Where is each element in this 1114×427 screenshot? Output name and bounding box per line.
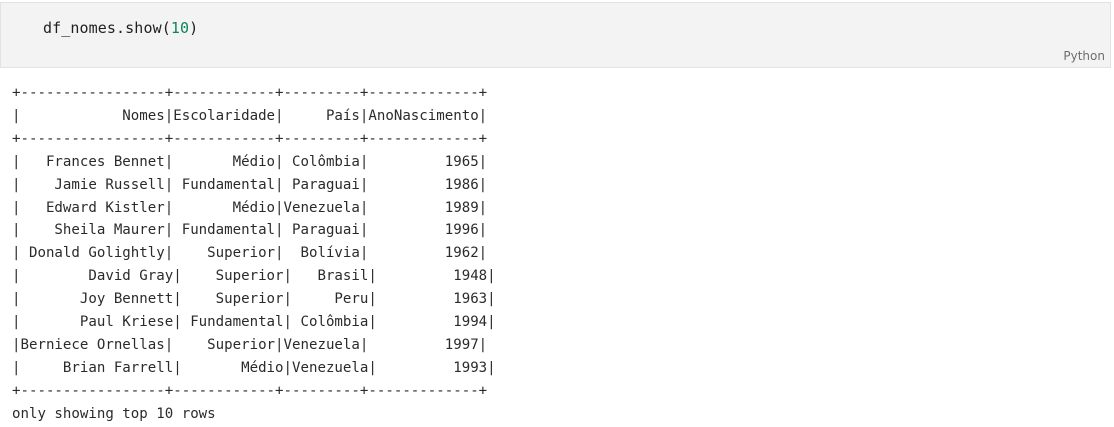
table-border-top: +-----------------+------------+--------…	[12, 85, 488, 101]
table-row: | Edward Kistler| Médio|Venezuela| 1989|	[12, 199, 488, 216]
table-border-header: +-----------------+------------+--------…	[12, 130, 488, 147]
table-row: | Donald Golightly| Superior| Bolívia| 1…	[12, 245, 488, 262]
table-row: | Frances Bennet| Médio| Colômbia| 1965|	[12, 153, 488, 170]
table-border-bottom: +-----------------+------------+--------…	[12, 382, 488, 399]
code-text-end: )	[189, 19, 199, 37]
table-row: | Paul Kriese| Fundamental| Colômbia| 19…	[12, 314, 496, 331]
code-cell[interactable]: df_nomes.show(10) Python	[0, 2, 1111, 68]
table-row: | David Gray| Superior| Brasil| 1948|	[12, 268, 496, 285]
code-line[interactable]: df_nomes.show(10)	[43, 19, 198, 37]
table-header: | Nomes|Escolaridade| País|AnoNascimento…	[12, 107, 488, 124]
code-argument: 10	[170, 19, 190, 37]
table-row: | Sheila Maurer| Fundamental| Paraguai| …	[12, 222, 488, 239]
row-limit-note: only showing top 10 rows	[12, 405, 216, 422]
cell-output: +-----------------+------------+--------…	[12, 82, 496, 426]
table-row: |Berniece Ornellas| Superior|Venezuela| …	[12, 336, 488, 353]
table-row: | Jamie Russell| Fundamental| Paraguai| …	[12, 176, 488, 193]
table-row: | Joy Bennett| Superior| Peru| 1963|	[12, 291, 496, 308]
code-text: df_nomes.show(	[43, 19, 171, 37]
table-row: | Brian Farrell| Médio|Venezuela| 1993|	[12, 359, 496, 376]
language-label[interactable]: Python	[1063, 49, 1105, 63]
